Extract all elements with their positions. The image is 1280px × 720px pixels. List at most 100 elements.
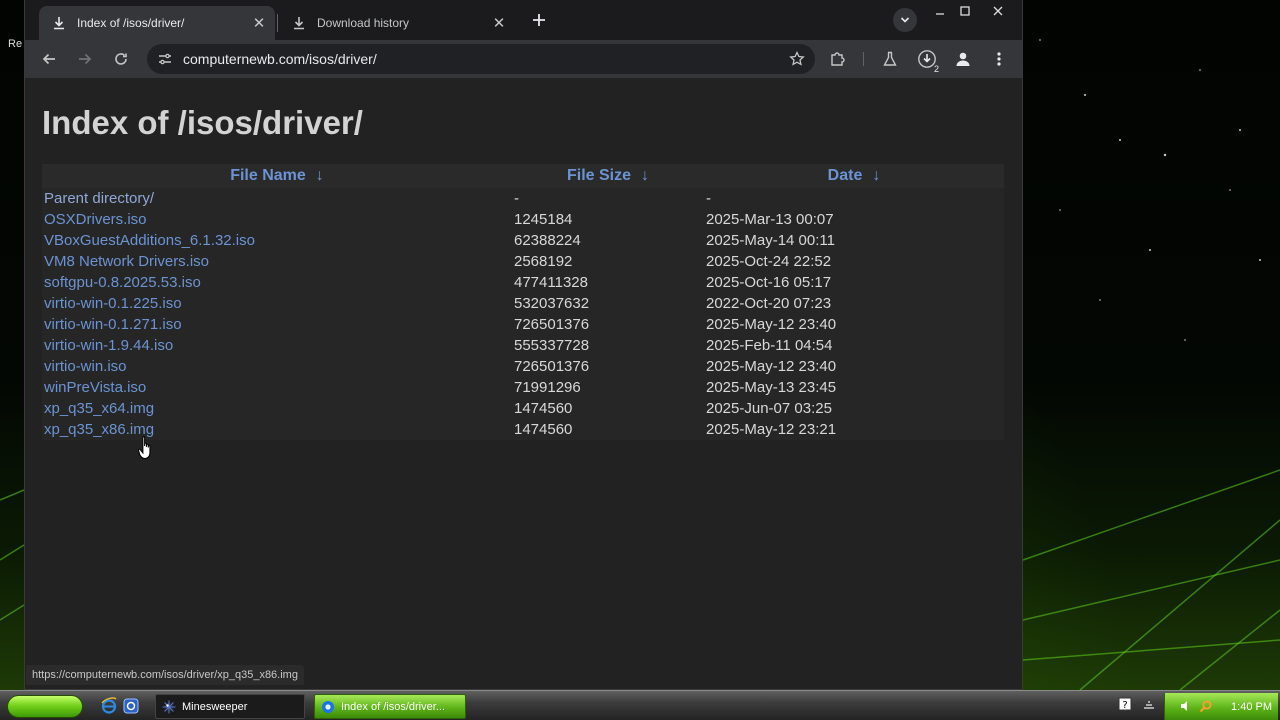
address-bar[interactable]: computernewb.com/isos/driver/ — [147, 44, 815, 74]
file-date: - — [704, 188, 1004, 209]
reload-button[interactable] — [107, 45, 135, 73]
taskbar-button-browser[interactable]: Index of /isos/driver... — [314, 694, 466, 719]
tune-icon[interactable] — [155, 49, 175, 69]
file-link[interactable]: virtio-win-0.1.271.iso — [44, 316, 182, 333]
volume-icon[interactable] — [1179, 699, 1193, 713]
file-listing-table: File Name ↓ File Size ↓ Date ↓ Parent direc… — [42, 164, 1004, 440]
file-link[interactable]: OSXDrivers.iso — [44, 211, 147, 228]
taskbar-button-label: Minesweeper — [182, 700, 248, 713]
parent-directory-link[interactable]: Parent directory/ — [44, 190, 154, 207]
maximize-icon — [960, 6, 970, 16]
network-icon[interactable] — [1142, 697, 1156, 711]
browser-toolbar: computernewb.com/isos/driver/ 2 — [25, 40, 1022, 78]
file-link[interactable]: virtio-win-0.1.225.iso — [44, 295, 182, 312]
table-header-row: File Name ↓ File Size ↓ Date ↓ — [42, 164, 1004, 188]
reload-icon — [115, 53, 127, 65]
browser-icon — [322, 700, 334, 713]
file-date: 2025-May-12 23:21 — [704, 419, 1004, 440]
file-size: 1474560 — [512, 398, 704, 419]
close-icon[interactable]: ✕ — [249, 13, 269, 33]
person-icon — [956, 52, 970, 66]
page-title: Index of /isos/driver/ — [42, 104, 363, 141]
download-icon — [291, 15, 307, 31]
file-date: 2025-Oct-16 05:17 — [704, 272, 1004, 293]
tab-separator — [277, 14, 278, 32]
file-link[interactable]: virtio-win-1.9.44.iso — [44, 337, 173, 354]
new-tab-button[interactable] — [527, 8, 551, 32]
taskbar-button-minesweeper[interactable]: Minesweeper — [155, 694, 305, 719]
tab-download-history[interactable]: Download history ✕ — [279, 6, 515, 40]
chevron-down-icon — [900, 17, 910, 23]
file-link[interactable]: virtio-win.iso — [44, 358, 127, 375]
minesweeper-icon — [162, 700, 176, 713]
tab-strip: Index of /isos/driver/ ✕ Download histor… — [25, 0, 1022, 40]
file-link[interactable]: VBoxGuestAdditions_6.1.32.iso — [44, 232, 255, 249]
file-size: 726501376 — [512, 314, 704, 335]
menu-button[interactable] — [985, 45, 1013, 73]
tab-title: Index of /isos/driver/ — [77, 16, 185, 30]
svg-text:?: ? — [1122, 700, 1127, 711]
file-size: 477411328 — [512, 272, 704, 293]
table-row: virtio-win.iso 726501376 2025-May-12 23:… — [42, 356, 1004, 377]
clock[interactable]: 1:40 PM — [1231, 701, 1272, 713]
file-date: 2025-Feb-11 04:54 — [704, 335, 1004, 356]
column-header-date[interactable]: Date ↓ — [704, 164, 1004, 188]
close-window-button[interactable] — [983, 0, 1013, 22]
extensions-button[interactable] — [824, 45, 852, 73]
table-row: softgpu-0.8.2025.53.iso 477411328 2025-O… — [42, 272, 1004, 293]
arrow-right-icon — [79, 53, 92, 65]
arrow-left-icon — [42, 53, 55, 65]
tab-title: Download history — [317, 16, 410, 30]
sort-arrow-icon: ↓ — [315, 167, 324, 184]
file-size: 532037632 — [512, 293, 704, 314]
kebab-menu-icon — [997, 52, 1001, 66]
table-row: xp_q35_x86.img 1474560 2025-May-12 23:21 — [42, 419, 1004, 440]
profile-button[interactable] — [949, 45, 977, 73]
file-date: 2025-Jun-07 03:25 — [704, 398, 1004, 419]
help-icon[interactable]: ? — [1118, 697, 1132, 711]
system-tray: 1:40 PM — [1164, 693, 1278, 720]
file-link[interactable]: softgpu-0.8.2025.53.iso — [44, 274, 201, 291]
download-icon — [51, 15, 67, 31]
puzzle-icon — [831, 52, 845, 66]
sort-arrow-icon: ↓ — [872, 167, 881, 184]
file-date: 2025-May-14 00:11 — [704, 230, 1004, 251]
file-link[interactable]: xp_q35_x64.img — [44, 400, 154, 417]
file-link[interactable]: winPreVista.iso — [44, 379, 146, 396]
forward-button[interactable] — [71, 45, 99, 73]
file-link[interactable]: VM8 Network Drivers.iso — [44, 253, 209, 270]
url-text[interactable]: computernewb.com/isos/driver/ — [183, 51, 785, 67]
file-date: 2025-May-12 23:40 — [704, 314, 1004, 335]
maximize-button[interactable] — [950, 0, 980, 22]
downloads-button[interactable]: 2 — [913, 45, 941, 74]
file-size: 1474560 — [512, 419, 704, 440]
flask-icon — [883, 51, 897, 66]
close-icon[interactable]: ✕ — [489, 13, 509, 33]
file-size: 555337728 — [512, 335, 704, 356]
close-icon — [993, 6, 1003, 16]
desktop-icon-label[interactable]: Re — [8, 38, 22, 50]
taskbar-button-label: Index of /isos/driver... — [341, 700, 445, 713]
table-row: virtio-win-1.9.44.iso 555337728 2025-Feb… — [42, 335, 1004, 356]
column-header-file-size[interactable]: File Size ↓ — [512, 164, 704, 188]
browser-window: Index of /isos/driver/ ✕ Download histor… — [24, 0, 1023, 690]
tab-index-of-driver[interactable]: Index of /isos/driver/ ✕ — [39, 6, 275, 40]
taskbar: Minesweeper Index of /isos/driver... ? 1… — [0, 690, 1280, 720]
file-date: 2025-May-12 23:40 — [704, 356, 1004, 377]
table-row: VBoxGuestAdditions_6.1.32.iso 62388224 2… — [42, 230, 1004, 251]
minimize-icon — [936, 13, 944, 15]
start-button[interactable] — [7, 695, 83, 718]
table-row: xp_q35_x64.img 1474560 2025-Jun-07 03:25 — [42, 398, 1004, 419]
tab-search-button[interactable] — [893, 8, 917, 32]
table-row: winPreVista.iso 71991296 2025-May-13 23:… — [42, 377, 1004, 398]
star-icon[interactable] — [785, 47, 809, 71]
search-icon[interactable] — [1199, 699, 1213, 713]
file-size: 1245184 — [512, 209, 704, 230]
column-header-file-name[interactable]: File Name ↓ — [42, 164, 512, 188]
internet-explorer-icon[interactable] — [100, 697, 118, 715]
hand-cursor-icon — [138, 436, 151, 460]
labs-button[interactable] — [876, 45, 904, 73]
back-button[interactable] — [35, 45, 63, 73]
media-player-icon[interactable] — [122, 697, 140, 715]
download-count-badge: 2 — [933, 64, 939, 74]
